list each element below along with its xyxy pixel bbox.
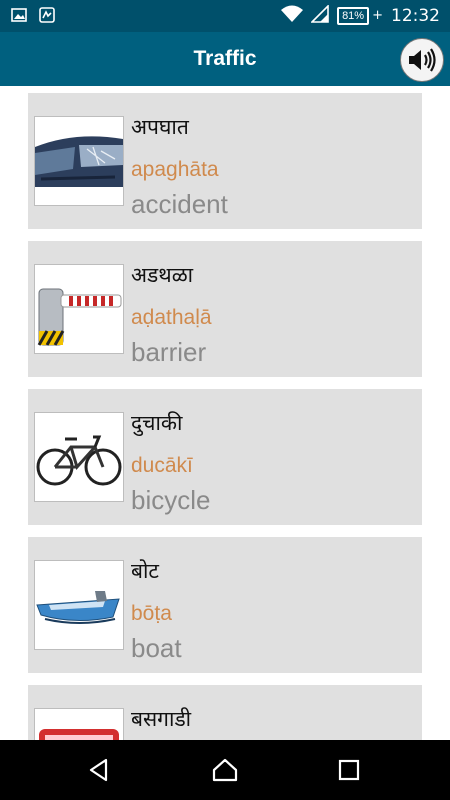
- marathi-word: अपघात: [131, 115, 189, 139]
- battery-percent: 81%: [337, 7, 370, 25]
- list-item[interactable]: अपघात apaghāta accident: [28, 93, 422, 229]
- list-item[interactable]: दुचाकी ducākī bicycle: [28, 389, 422, 525]
- recents-icon: [338, 759, 360, 781]
- home-icon: [212, 758, 238, 782]
- list-item[interactable]: बसगाडी: [28, 685, 422, 740]
- image-icon: [10, 6, 28, 24]
- back-icon: [89, 758, 108, 782]
- english-word: barrier: [131, 337, 207, 367]
- app-bar: Traffic: [0, 32, 450, 86]
- home-button[interactable]: [210, 755, 240, 785]
- page-title: Traffic: [193, 47, 257, 70]
- back-button[interactable]: [84, 755, 114, 785]
- list-item[interactable]: अडथळा aḍathaḷā barrier: [28, 241, 422, 377]
- boat-image: [34, 560, 124, 650]
- clock: 12:32: [391, 6, 440, 26]
- app-notification-icon: [38, 6, 56, 24]
- marathi-word: दुचाकी: [131, 411, 183, 435]
- bicycle-image: [34, 412, 124, 502]
- transliteration: apaghāta: [131, 158, 219, 181]
- status-bar: 81% + 12:32: [0, 0, 450, 32]
- marathi-word: बसगाडी: [131, 707, 192, 731]
- signal-icon: [310, 4, 329, 27]
- road-barrier-image: [34, 264, 124, 354]
- bus-image: [34, 708, 124, 740]
- vocabulary-list[interactable]: अपघात apaghāta accident अडथळा aḍathaḷā b…: [0, 86, 450, 740]
- speaker-button[interactable]: [400, 38, 444, 82]
- speaker-icon: [409, 48, 436, 72]
- navigation-bar: [0, 740, 450, 800]
- transliteration: bōṭa: [131, 602, 172, 625]
- english-word: accident: [131, 189, 228, 219]
- battery-icon: 81% +: [337, 7, 383, 25]
- transliteration: ducākī: [131, 454, 193, 477]
- crashed-car-image: [34, 116, 124, 206]
- marathi-word: अडथळा: [131, 263, 194, 287]
- transliteration: aḍathaḷā: [131, 306, 212, 329]
- english-word: boat: [131, 633, 182, 663]
- list-item[interactable]: बोट bōṭa boat: [28, 537, 422, 673]
- recents-button[interactable]: [334, 755, 364, 785]
- marathi-word: बोट: [131, 559, 160, 583]
- wifi-icon: [281, 5, 304, 27]
- english-word: bicycle: [131, 485, 211, 515]
